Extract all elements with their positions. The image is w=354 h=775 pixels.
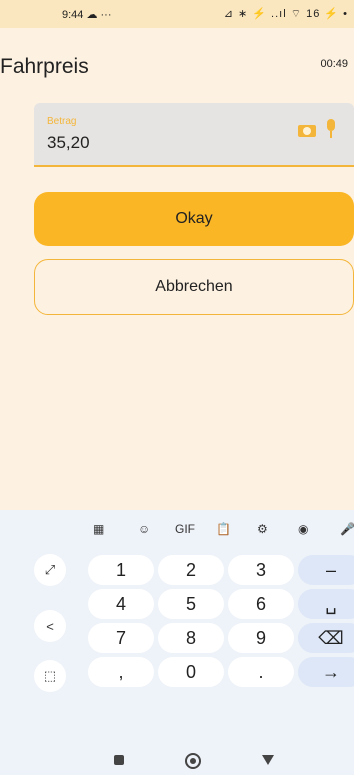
status-bar: 9:44 ☁ ··· ⊿ ∗ ⚡ ..ıl ⌔ 16 ⚡ • <box>0 0 354 28</box>
cancel-button[interactable]: Abbrechen <box>34 259 354 315</box>
okay-button[interactable]: Okay <box>34 192 354 246</box>
key-digit[interactable]: , <box>88 657 154 687</box>
key-function[interactable]: ␣ <box>298 589 354 619</box>
microphone-icon[interactable] <box>325 119 337 139</box>
key-digit[interactable]: 4 <box>88 589 154 619</box>
key-function[interactable]: – <box>298 555 354 585</box>
palette-icon[interactable]: ◉ <box>298 522 308 536</box>
app-header: Fahrpreis 00:49 <box>0 28 354 88</box>
timer-label: 00:49 <box>320 58 348 70</box>
status-icons: ⊿ ∗ ⚡ ..ıl ⌔ 16 ⚡ • <box>223 8 348 20</box>
key-digit[interactable]: 3 <box>228 555 294 585</box>
apps-icon[interactable]: ▦ <box>93 522 104 536</box>
keyboard-toolbar: ▦ ☺ GIF 📋 ⚙ ◉ 🎤 <box>0 522 354 548</box>
key-digit[interactable]: 6 <box>228 589 294 619</box>
key-digit[interactable]: 2 <box>158 555 224 585</box>
key-function[interactable]: → <box>298 657 354 687</box>
key-digit[interactable]: 9 <box>228 623 294 653</box>
gif-icon[interactable]: GIF <box>175 522 195 536</box>
amount-label: Betrag <box>47 116 77 127</box>
key-function[interactable]: ⌫ <box>298 623 354 653</box>
status-time: 9:44 ☁ ··· <box>62 9 112 21</box>
key-digit[interactable]: 0 <box>158 657 224 687</box>
amount-field[interactable]: Betrag 35,20 <box>34 103 354 167</box>
select-icon[interactable]: ⬚ <box>34 660 66 692</box>
recents-icon[interactable] <box>114 755 124 765</box>
key-digit[interactable]: 7 <box>88 623 154 653</box>
key-digit[interactable]: 1 <box>88 555 154 585</box>
back-icon[interactable] <box>262 755 274 765</box>
mic-icon[interactable]: 🎤 <box>340 522 354 536</box>
key-digit[interactable]: 5 <box>158 589 224 619</box>
page-title: Fahrpreis <box>0 55 89 78</box>
key-digit[interactable]: 8 <box>158 623 224 653</box>
expand-icon[interactable]: ⤢ <box>34 554 66 586</box>
navigation-bar <box>0 748 354 775</box>
sticker-icon[interactable]: ☺ <box>138 522 150 536</box>
amount-value[interactable]: 35,20 <box>47 133 90 153</box>
numeric-keyboard: ▦ ☺ GIF 📋 ⚙ ◉ 🎤 ⤢ < ⬚ 1 2 3– 4 5 6 ␣ 7 8 9 ⌫, 0. → <box>0 510 354 775</box>
clipboard-icon[interactable]: 📋 <box>216 522 231 536</box>
key-digit[interactable]: . <box>228 657 294 687</box>
home-icon[interactable] <box>185 753 201 769</box>
settings-icon[interactable]: ⚙ <box>257 522 268 536</box>
money-icon[interactable] <box>298 125 316 137</box>
back-arrow-icon[interactable]: < <box>34 610 66 642</box>
